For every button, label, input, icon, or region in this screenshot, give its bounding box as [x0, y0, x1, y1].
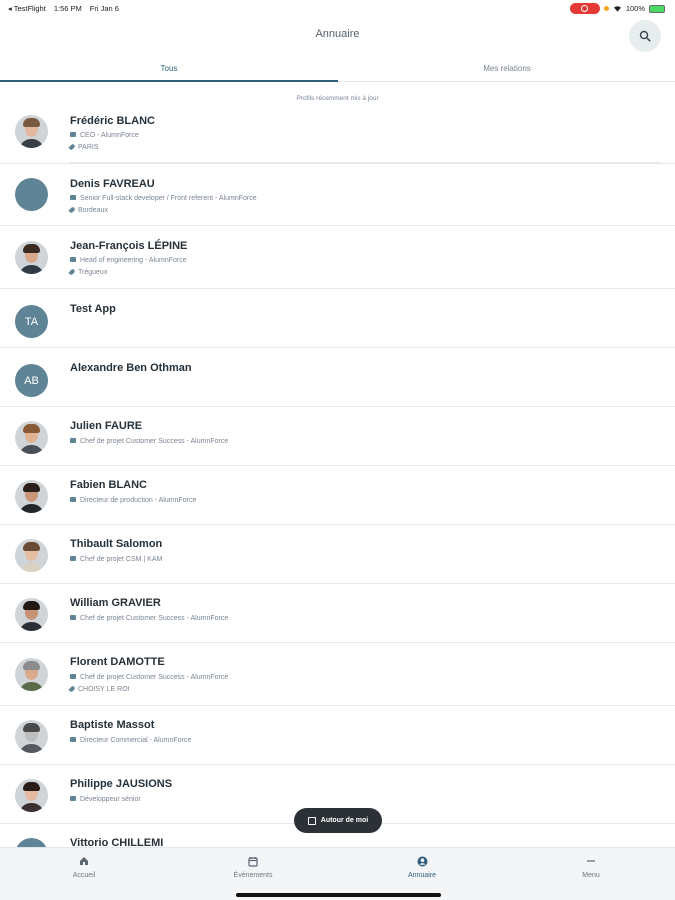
briefcase-icon	[70, 615, 76, 620]
battery-percentage: 100%	[625, 4, 645, 13]
location-pin-icon	[68, 684, 76, 693]
briefcase-icon	[70, 556, 76, 561]
briefcase-icon	[70, 195, 76, 200]
menu-icon	[587, 860, 595, 862]
list-item[interactable]: William GRAVIER Chef de projet Customer …	[0, 584, 675, 643]
people-list[interactable]: Frédéric BLANC CEO - AlumnForce PARIS De…	[0, 101, 675, 847]
avatar	[15, 720, 48, 753]
list-item[interactable]: Frédéric BLANC CEO - AlumnForce PARIS	[0, 101, 675, 164]
around-me-button[interactable]: Autour de moi	[294, 808, 382, 833]
person-job: Chef de projet Customer Success - AlumnF…	[70, 674, 228, 681]
briefcase-icon	[70, 132, 76, 137]
avatar	[15, 115, 48, 148]
person-job: Head of engineering - AlumnForce	[70, 257, 187, 264]
briefcase-icon	[70, 674, 76, 679]
avatar	[15, 779, 48, 812]
tab-tous[interactable]: Tous	[0, 60, 338, 82]
list-item[interactable]: Denis FAVREAU Senior Full-stack develope…	[0, 164, 675, 226]
person-name: Florent DAMOTTE	[70, 656, 165, 668]
briefcase-icon	[70, 497, 76, 502]
nav-label: Accueil	[72, 872, 96, 879]
search-icon	[639, 30, 651, 42]
briefcase-icon	[70, 257, 76, 262]
person-name: Denis FAVREAU	[70, 178, 155, 190]
person-name: Baptiste Massot	[70, 719, 155, 731]
tab-mes-relations[interactable]: Mes relations	[338, 60, 675, 82]
page-title: Annuaire	[315, 28, 360, 40]
nav-label: Événements	[233, 872, 273, 879]
location-pin-icon	[68, 142, 76, 151]
person-job: Chef de projet Customer Success - AlumnF…	[70, 438, 228, 445]
avatar	[15, 241, 48, 274]
map-icon	[307, 816, 316, 825]
tab-bar: Tous Mes relations	[0, 60, 675, 82]
location-pin-icon	[68, 267, 76, 276]
avatar	[15, 598, 48, 631]
person-name: Philippe JAUSIONS	[70, 778, 173, 790]
nav-accueil[interactable]: Accueil	[0, 854, 168, 879]
person-name: Julien FAURE	[70, 420, 143, 432]
avatar	[15, 539, 48, 572]
person-name: Jean-François LÉPINE	[70, 240, 188, 252]
avatar	[15, 178, 48, 211]
person-job: CEO - AlumnForce	[70, 132, 139, 139]
person-name: Alexandre Ben Othman	[70, 362, 192, 374]
list-item[interactable]: Thibault Salomon Chef de projet CSM | KA…	[0, 525, 675, 584]
person-job: Senior Full-stack developer / Front refe…	[70, 195, 257, 202]
status-carrier[interactable]: ◂ TestFlight	[8, 4, 46, 13]
person-job: Chef de projet CSM | KAM	[70, 556, 162, 563]
list-item[interactable]: AB Alexandre Ben Othman	[0, 348, 675, 407]
person-icon	[417, 856, 427, 866]
person-job: Directeur Commercial - AlumnForce	[70, 737, 191, 744]
home-indicator[interactable]	[236, 893, 441, 897]
list-item[interactable]: Florent DAMOTTE Chef de projet Customer …	[0, 643, 675, 706]
search-button[interactable]	[629, 20, 661, 52]
nav-annuaire[interactable]: Annuaire	[338, 854, 506, 879]
list-item[interactable]: Fabien BLANC Directeur de production - A…	[0, 466, 675, 525]
briefcase-icon	[70, 796, 76, 801]
privacy-indicator-icon	[603, 6, 609, 11]
person-job: Chef de projet Customer Success - AlumnF…	[70, 615, 228, 622]
list-item[interactable]: Baptiste Massot Directeur Commercial - A…	[0, 706, 675, 765]
location-pin-icon	[68, 205, 76, 214]
avatar-initials: TA	[15, 305, 48, 338]
person-name: Fabien BLANC	[70, 479, 147, 491]
avatar	[15, 838, 48, 847]
screen-recording-icon	[569, 3, 600, 14]
avatar-initials: AB	[15, 364, 48, 397]
list-item[interactable]: Jean-François LÉPINE Head of engineering…	[0, 226, 675, 289]
status-date: Fri Jan 6	[89, 4, 119, 13]
avatar	[15, 480, 48, 513]
nav-evenements[interactable]: Événements	[169, 854, 337, 879]
person-location: CHOISY LE ROI	[68, 684, 130, 693]
avatar	[15, 658, 48, 691]
home-icon	[80, 857, 88, 865]
person-name: Frédéric BLANC	[70, 115, 155, 127]
bottom-navigation: Accueil Événements Annuaire Menu	[0, 847, 675, 900]
status-time: 1:56 PM	[53, 4, 82, 13]
person-name: Test App	[70, 303, 116, 315]
wifi-icon	[613, 6, 621, 12]
person-location: Trégueux	[68, 267, 107, 276]
around-me-label: Autour de moi	[320, 817, 369, 824]
person-job: Directeur de production - AlumnForce	[70, 497, 196, 504]
list-item[interactable]: TA Test App	[0, 289, 675, 348]
briefcase-icon	[70, 438, 76, 443]
person-location: Bordeaux	[68, 205, 108, 214]
battery-icon	[649, 4, 665, 13]
list-item[interactable]: Julien FAURE Chef de projet Customer Suc…	[0, 407, 675, 466]
calendar-icon	[248, 856, 258, 867]
person-name: Thibault Salomon	[70, 538, 163, 550]
person-name: William GRAVIER	[70, 597, 161, 609]
avatar	[15, 421, 48, 454]
person-location: PARIS	[68, 142, 99, 151]
status-bar: ◂ TestFlight 1:56 PM Fri Jan 6 100%	[0, 0, 675, 16]
nav-menu[interactable]: Menu	[507, 854, 675, 879]
briefcase-icon	[70, 737, 76, 742]
person-name: Vittorio CHILLEMI	[70, 837, 164, 847]
app-header: Annuaire	[0, 16, 675, 60]
nav-label: Menu	[582, 872, 600, 879]
person-job: Développeur sénior	[70, 796, 141, 803]
nav-label: Annuaire	[407, 872, 437, 879]
